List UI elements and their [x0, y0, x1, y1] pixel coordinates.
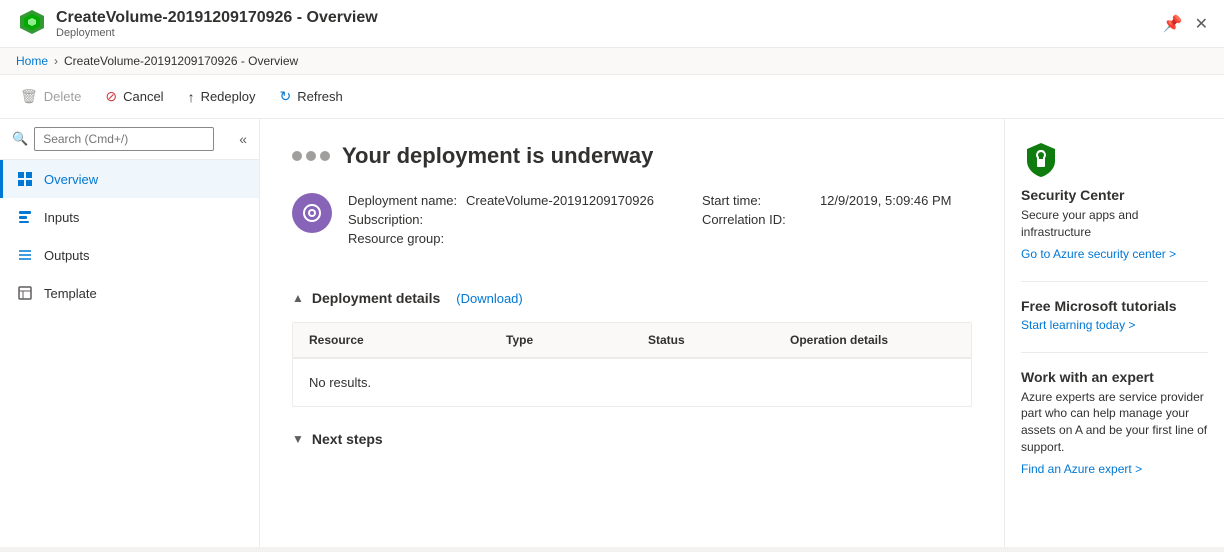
- start-time-value: 12/9/2019, 5:09:46 PM: [820, 193, 952, 208]
- deployment-header: Your deployment is underway: [292, 143, 972, 169]
- col-status: Status: [632, 323, 774, 357]
- app-logo: [16, 8, 48, 40]
- info-row-name: Deployment name: CreateVolume-2019120917…: [348, 193, 654, 208]
- breadcrumb-current: CreateVolume-20191209170926 - Overview: [64, 54, 298, 68]
- sidebar-item-overview-label: Overview: [44, 172, 98, 187]
- tutorials-title: Free Microsoft tutorials: [1021, 298, 1208, 314]
- details-chevron: ▲: [292, 291, 304, 305]
- panel-tutorials: Free Microsoft tutorials Start learning …: [1021, 298, 1208, 332]
- app-title: CreateVolume-20191209170926 - Overview: [56, 9, 378, 27]
- deployment-info: Deployment name: CreateVolume-2019120917…: [292, 193, 972, 266]
- collapse-icon[interactable]: «: [239, 131, 247, 147]
- info-right: Start time: 12/9/2019, 5:09:46 PM Correl…: [702, 193, 952, 250]
- sidebar-item-inputs-label: Inputs: [44, 210, 79, 225]
- col-type: Type: [490, 323, 632, 357]
- start-time-label: Start time:: [702, 193, 812, 208]
- topbar: CreateVolume-20191209170926 - Overview D…: [0, 0, 1224, 48]
- info-left: Deployment name: CreateVolume-2019120917…: [348, 193, 654, 250]
- next-steps-title: Next steps: [312, 431, 383, 447]
- name-label: Deployment name:: [348, 193, 458, 208]
- security-center-icon: [1021, 139, 1061, 179]
- security-center-title: Security Center: [1021, 187, 1208, 203]
- sidebar-item-inputs[interactable]: Inputs: [0, 198, 259, 236]
- deployment-title: Your deployment is underway: [342, 143, 653, 169]
- info-row-start-time: Start time: 12/9/2019, 5:09:46 PM: [702, 193, 952, 208]
- right-panel: Security Center Secure your apps and inf…: [1004, 119, 1224, 547]
- resource-group-label: Resource group:: [348, 231, 458, 246]
- security-center-link[interactable]: Go to Azure security center >: [1021, 247, 1208, 261]
- outputs-icon: [16, 246, 34, 264]
- panel-divider-1: [1021, 281, 1208, 282]
- dot-2: [306, 151, 316, 161]
- panel-security: Security Center Secure your apps and inf…: [1021, 139, 1208, 261]
- redeploy-label: Redeploy: [201, 89, 256, 104]
- commandbar: 🗑 Delete ⊘ Cancel ↑ Redeploy ↻ Refresh: [0, 75, 1224, 119]
- pin-icon[interactable]: 📌: [1163, 14, 1183, 34]
- table-header: Resource Type Status Operation details: [293, 323, 971, 358]
- dot-1: [292, 151, 302, 161]
- redeploy-button[interactable]: ↑ Redeploy: [176, 75, 268, 119]
- sidebar-item-outputs-label: Outputs: [44, 248, 90, 263]
- app-title-group: CreateVolume-20191209170926 - Overview D…: [56, 9, 378, 39]
- expert-desc: Azure experts are service provider part …: [1021, 389, 1208, 456]
- sidebar-item-overview[interactable]: Overview: [0, 160, 259, 198]
- app-subtitle: Deployment: [56, 27, 378, 39]
- tutorials-link[interactable]: Start learning today >: [1021, 318, 1208, 332]
- delete-label: Delete: [44, 89, 82, 104]
- dot-3: [320, 151, 330, 161]
- next-steps-header[interactable]: ▼ Next steps: [292, 431, 972, 447]
- security-center-desc: Secure your apps and infrastructure: [1021, 207, 1208, 241]
- redeploy-icon: ↑: [188, 89, 195, 105]
- search-input[interactable]: [34, 127, 214, 151]
- expert-title: Work with an expert: [1021, 369, 1208, 385]
- table-empty-message: No results.: [293, 359, 971, 406]
- breadcrumb-home[interactable]: Home: [16, 54, 48, 68]
- col-operation: Operation details: [774, 323, 971, 357]
- info-block: Deployment name: CreateVolume-2019120917…: [292, 193, 951, 250]
- main-content: Your deployment is underway Deployment n…: [260, 119, 1004, 547]
- status-dots: [292, 151, 330, 161]
- info-row-subscription: Subscription:: [348, 212, 654, 227]
- main-layout: 🔍 « Overview Inputs Outputs Te: [0, 119, 1224, 547]
- refresh-icon: ↻: [280, 88, 292, 105]
- info-row-resource-group: Resource group:: [348, 231, 654, 246]
- topbar-left: CreateVolume-20191209170926 - Overview D…: [16, 8, 378, 40]
- deployment-details-header[interactable]: ▲ Deployment details (Download): [292, 290, 972, 306]
- breadcrumb: Home › CreateVolume-20191209170926 - Ove…: [0, 48, 1224, 75]
- delete-button[interactable]: 🗑 Delete: [8, 75, 93, 119]
- search-icon: 🔍: [12, 131, 28, 147]
- cancel-icon: ⊘: [105, 88, 117, 105]
- subscription-label: Subscription:: [348, 212, 458, 227]
- search-box: 🔍 «: [0, 119, 259, 160]
- refresh-label: Refresh: [297, 89, 343, 104]
- col-resource: Resource: [293, 323, 490, 357]
- cancel-button[interactable]: ⊘ Cancel: [93, 75, 175, 119]
- deployment-resource-icon: [292, 193, 332, 233]
- sidebar-item-template[interactable]: Template: [0, 274, 259, 312]
- next-steps-chevron: ▼: [292, 432, 304, 446]
- info-row-correlation: Correlation ID:: [702, 212, 952, 227]
- panel-expert: Work with an expert Azure experts are se…: [1021, 369, 1208, 476]
- panel-divider-2: [1021, 352, 1208, 353]
- sidebar: 🔍 « Overview Inputs Outputs Te: [0, 119, 260, 547]
- sidebar-item-template-label: Template: [44, 286, 97, 301]
- cancel-label: Cancel: [123, 89, 163, 104]
- delete-icon: 🗑: [20, 88, 38, 105]
- template-icon: [16, 284, 34, 302]
- correlation-label: Correlation ID:: [702, 212, 812, 227]
- close-icon[interactable]: ✕: [1195, 14, 1208, 34]
- expert-link[interactable]: Find an Azure expert >: [1021, 462, 1208, 476]
- deployment-table: Resource Type Status Operation details N…: [292, 322, 972, 407]
- breadcrumb-separator: ›: [54, 54, 58, 68]
- refresh-button[interactable]: ↻ Refresh: [268, 75, 355, 119]
- deployment-details-title: Deployment details: [312, 290, 440, 306]
- name-value: CreateVolume-20191209170926: [466, 193, 654, 208]
- topbar-actions: 📌 ✕: [1163, 14, 1208, 34]
- overview-icon: [16, 170, 34, 188]
- download-link[interactable]: (Download): [456, 291, 522, 306]
- inputs-icon: [16, 208, 34, 226]
- sidebar-item-outputs[interactable]: Outputs: [0, 236, 259, 274]
